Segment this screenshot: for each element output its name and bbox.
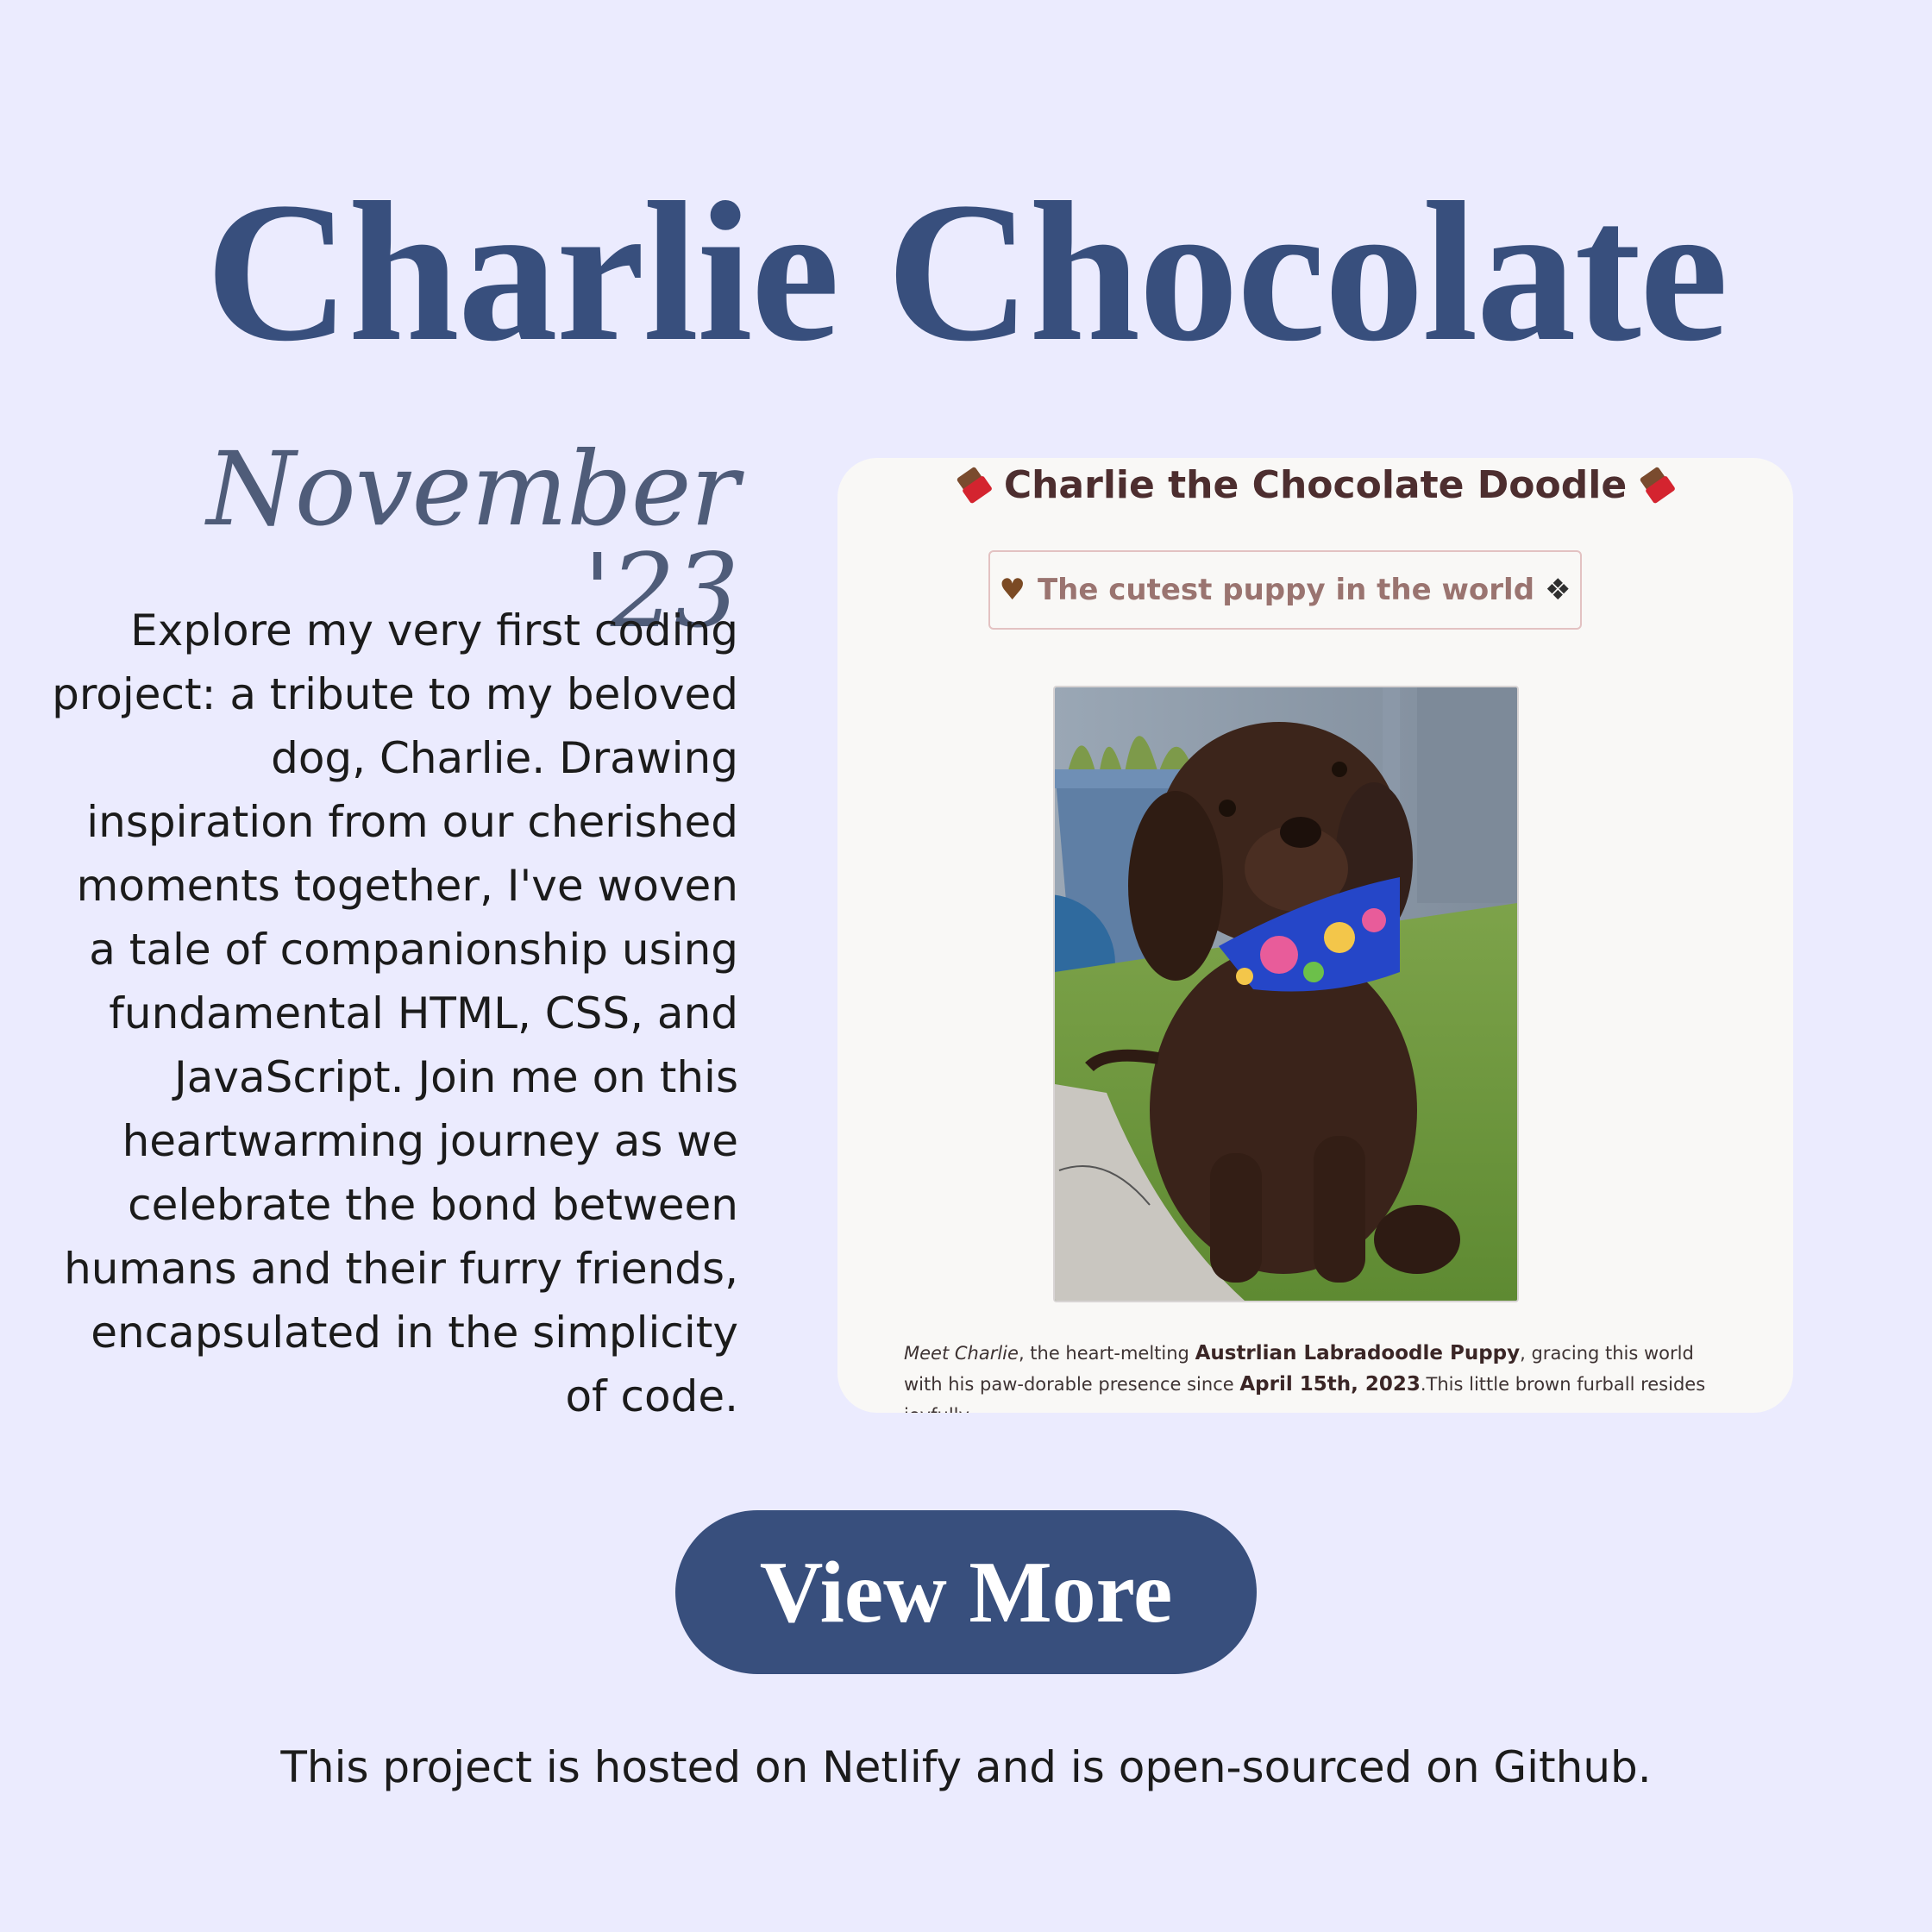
chocolate-bar-icon [1637,464,1678,505]
project-description: Explore my very first coding project: a … [52,605,738,1421]
tagline-text: The cutest puppy in the world [1037,573,1535,607]
meet-charlie-text: Meet Charlie [904,1343,1019,1364]
paragraph-text: , the heart-melting [1018,1343,1195,1364]
website-preview: Charlie the Chocolate Doodle ♥ The cutes… [837,458,1793,1413]
site-paragraph: Meet Charlie, the heart-melting Austrlia… [904,1338,1732,1413]
birthdate-text: April 15th, 2023 [1239,1373,1421,1396]
site-header: Charlie the Chocolate Doodle [837,463,1793,509]
tagline-box: ♥ The cutest puppy in the world ❖ [988,550,1582,630]
site-header-text: Charlie the Chocolate Doodle [1003,463,1628,507]
dog-photo [1053,686,1519,1302]
footer-note: This project is hosted on Netlify and is… [280,1742,1652,1792]
page-title: Charlie Chocolate [205,161,1728,383]
chocolate-bar-icon [953,464,994,505]
view-more-button[interactable]: View More [675,1510,1257,1674]
brown-heart-icon: ♥ [999,573,1026,607]
breed-text: Austrlian Labradoodle Puppy [1195,1342,1521,1364]
paw-prints-icon: ❖ [1545,573,1571,607]
dog-illustration [1055,687,1517,1301]
